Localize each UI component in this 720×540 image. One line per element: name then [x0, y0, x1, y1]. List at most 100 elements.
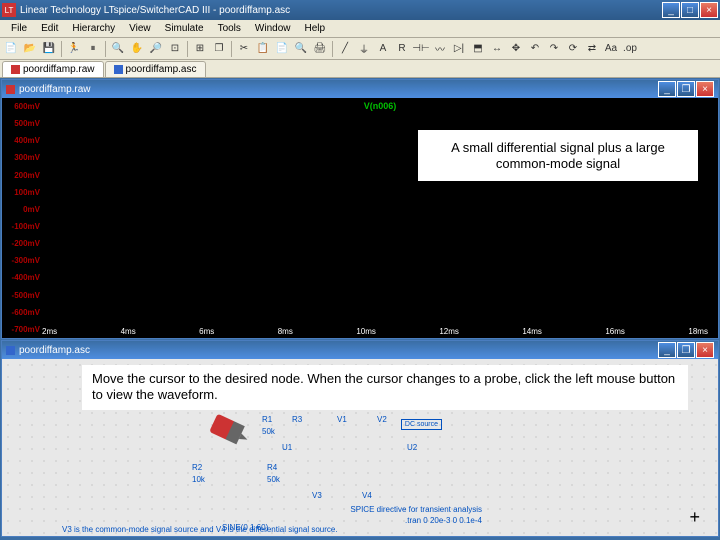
menubar: File Edit Hierarchy View Simulate Tools … [0, 20, 720, 38]
document-tabs: poordiffamp.raw poordiffamp.asc [0, 60, 720, 78]
separator [231, 41, 232, 57]
diode-icon[interactable]: ▷| [450, 40, 468, 58]
text-icon[interactable]: Aa [602, 40, 620, 58]
circuit-drawing[interactable]: R1 R3 50k V1 V2 DC source U1 U2 R2 10k R… [162, 419, 562, 539]
print-icon[interactable]: 🖨 [311, 40, 329, 58]
pane-window-controls: _ ❐ × [658, 342, 714, 358]
close-button[interactable]: × [700, 2, 718, 18]
pane-close-button[interactable]: × [696, 81, 714, 97]
save-icon[interactable]: 💾 [40, 40, 58, 58]
y-label: -700mV [4, 325, 40, 334]
component-r1-label: R1 [262, 415, 272, 424]
find-icon[interactable]: 🔍 [292, 40, 310, 58]
tile-icon[interactable]: ⊞ [191, 40, 209, 58]
spice-directive-icon[interactable]: .op [621, 40, 639, 58]
minimize-button[interactable]: _ [662, 2, 680, 18]
raw-file-icon [6, 85, 15, 94]
y-label: 200mV [4, 171, 40, 180]
schematic-canvas[interactable]: Move the cursor to the desired node. Whe… [2, 359, 718, 536]
separator [105, 41, 106, 57]
maximize-button[interactable]: □ [681, 2, 699, 18]
pane-restore-button[interactable]: ❐ [677, 81, 695, 97]
app-title: Linear Technology LTspice/SwitcherCAD II… [20, 5, 662, 16]
zoom-in-icon[interactable]: 🔍 [109, 40, 127, 58]
menu-edit[interactable]: Edit [34, 22, 65, 35]
ground-icon[interactable]: ⏚ [355, 40, 373, 58]
waveform-plot[interactable]: 600mV 500mV 400mV 300mV 200mV 100mV 0mV … [2, 98, 718, 338]
component-v2-label: V2 [377, 415, 387, 424]
cascade-icon[interactable]: ❐ [210, 40, 228, 58]
asc-file-icon [6, 346, 15, 355]
new-schematic-icon[interactable]: 📄 [2, 40, 20, 58]
menu-tools[interactable]: Tools [211, 22, 248, 35]
schematic-title: poordiffamp.asc [19, 345, 658, 356]
pane-close-button[interactable]: × [696, 342, 714, 358]
run-icon[interactable]: 🏃 [65, 40, 83, 58]
x-label: 10ms [356, 327, 376, 336]
copy-icon[interactable]: 📋 [254, 40, 272, 58]
menu-simulate[interactable]: Simulate [158, 22, 211, 35]
menu-hierarchy[interactable]: Hierarchy [65, 22, 122, 35]
menu-file[interactable]: File [4, 22, 34, 35]
y-label: -300mV [4, 256, 40, 265]
capacitor-icon[interactable]: ⊣⊢ [412, 40, 430, 58]
toolbar: 📄 📂 💾 🏃 ⏸ 🔍 ✋ 🔎 ⊡ ⊞ ❐ ✂ 📋 📄 🔍 🖨 ╱ ⏚ A R … [0, 38, 720, 60]
zoom-fit-icon[interactable]: ⊡ [166, 40, 184, 58]
component-r4-label: R4 [267, 463, 277, 472]
paste-icon[interactable]: 📄 [273, 40, 291, 58]
zoom-out-icon[interactable]: 🔎 [147, 40, 165, 58]
pane-restore-button[interactable]: ❐ [677, 342, 695, 358]
undo-icon[interactable]: ↶ [526, 40, 544, 58]
window-controls: _ □ × [662, 2, 718, 18]
move-icon[interactable]: ↔ [488, 40, 506, 58]
plot-area[interactable]: V(n006) A small differential signal plus… [42, 98, 718, 338]
signal-name-label[interactable]: V(n006) [364, 101, 397, 111]
menu-help[interactable]: Help [298, 22, 333, 35]
resistor-icon[interactable]: R [393, 40, 411, 58]
component-10k-label: 10k [192, 475, 205, 484]
rotate-icon[interactable]: ⟳ [564, 40, 582, 58]
pane-minimize-button[interactable]: _ [658, 81, 676, 97]
redo-icon[interactable]: ↷ [545, 40, 563, 58]
open-icon[interactable]: 📂 [21, 40, 39, 58]
x-label: 4ms [121, 327, 136, 336]
x-label: 16ms [605, 327, 625, 336]
y-label: -100mV [4, 222, 40, 231]
pan-icon[interactable]: ✋ [128, 40, 146, 58]
pane-minimize-button[interactable]: _ [658, 342, 676, 358]
component-50k-label: 50k [267, 475, 280, 484]
dc-source-label: DC source [401, 419, 442, 430]
component-50k-label: 50k [262, 427, 275, 436]
tab-raw[interactable]: poordiffamp.raw [2, 61, 104, 77]
drag-icon[interactable]: ✥ [507, 40, 525, 58]
waveform-pane: poordiffamp.raw _ ❐ × 600mV 500mV 400mV … [1, 79, 719, 339]
separator [187, 41, 188, 57]
x-axis: 2ms 4ms 6ms 8ms 10ms 12ms 14ms 16ms 18ms [42, 327, 708, 336]
tab-asc[interactable]: poordiffamp.asc [105, 61, 206, 77]
wire-icon[interactable]: ╱ [336, 40, 354, 58]
inductor-icon[interactable]: 〰 [431, 40, 449, 58]
x-label: 8ms [278, 327, 293, 336]
mirror-icon[interactable]: ⇄ [583, 40, 601, 58]
x-label: 14ms [522, 327, 542, 336]
component-v1-label: V1 [337, 415, 347, 424]
raw-file-icon [11, 65, 20, 74]
menu-view[interactable]: View [122, 22, 158, 35]
label-icon[interactable]: A [374, 40, 392, 58]
menu-window[interactable]: Window [248, 22, 298, 35]
x-label: 6ms [199, 327, 214, 336]
component-icon[interactable]: ⬒ [469, 40, 487, 58]
y-label: -500mV [4, 291, 40, 300]
schematic-footer-note: V3 is the common-mode signal source and … [62, 525, 338, 534]
halt-icon[interactable]: ⏸ [84, 40, 102, 58]
instruction-overlay: Move the cursor to the desired node. Whe… [82, 365, 688, 410]
waveform-title: poordiffamp.raw [19, 84, 658, 95]
y-axis: 600mV 500mV 400mV 300mV 200mV 100mV 0mV … [2, 98, 42, 338]
component-v3-label: V3 [312, 491, 322, 500]
cut-icon[interactable]: ✂ [235, 40, 253, 58]
schematic-pane: poordiffamp.asc _ ❐ × Move the cursor to… [1, 340, 719, 537]
spice-annotation: SPICE directive for transient analysis [350, 505, 482, 514]
annotation-overlay: A small differential signal plus a large… [418, 130, 698, 181]
probe-cursor-icon [209, 414, 245, 445]
y-label: 600mV [4, 102, 40, 111]
